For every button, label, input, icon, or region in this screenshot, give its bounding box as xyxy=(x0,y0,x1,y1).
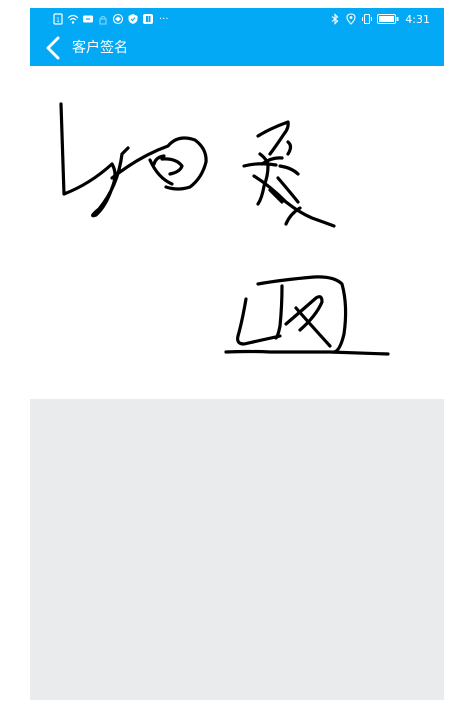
bottom-panel xyxy=(30,399,444,700)
wifi-icon xyxy=(67,13,79,25)
location-pin-icon xyxy=(345,13,357,25)
message-icon xyxy=(82,13,94,25)
status-left-icons: 1 ··· xyxy=(52,12,169,26)
sim-icon: 1 xyxy=(52,13,64,25)
chevron-left-icon xyxy=(42,35,66,61)
overflow-indicator: ··· xyxy=(159,13,169,25)
lock-icon xyxy=(97,13,109,25)
back-button[interactable] xyxy=(42,35,66,61)
phone-screen: 1 ··· 4:31 客户签名 xyxy=(30,8,444,700)
app-icon xyxy=(142,13,154,25)
signature-pad[interactable] xyxy=(30,66,444,399)
shield-icon xyxy=(127,13,139,25)
signature-drawing xyxy=(59,102,390,356)
bluetooth-icon xyxy=(329,13,341,25)
vibrate-icon xyxy=(361,13,373,25)
status-bar: 1 ··· 4:31 xyxy=(30,8,444,30)
title-bar: 客户签名 xyxy=(30,30,444,66)
status-time: 4:31 xyxy=(405,12,430,26)
page-title: 客户签名 xyxy=(72,40,128,56)
status-right-icons: 4:31 xyxy=(329,12,430,26)
location-icon xyxy=(112,13,124,25)
svg-text:1: 1 xyxy=(56,17,60,24)
battery-icon xyxy=(377,14,399,24)
